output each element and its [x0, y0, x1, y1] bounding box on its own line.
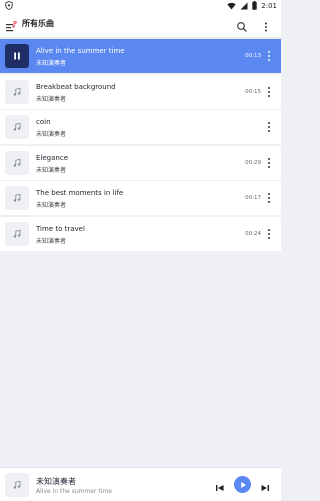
search-icon[interactable] — [236, 18, 248, 32]
status-time: 2:01 — [261, 1, 277, 10]
music-note-icon — [5, 221, 29, 246]
song-duration: 00:15 — [245, 88, 261, 95]
page-title: 所有乐曲 — [22, 19, 54, 28]
more-vert-icon[interactable] — [266, 157, 272, 169]
player-artist: 未知演奏者 — [36, 477, 76, 486]
song-artist: 未知演奏者 — [36, 166, 67, 174]
song-title: Breakbeat background — [36, 82, 116, 91]
play-button[interactable] — [234, 476, 251, 493]
shield-icon — [5, 1, 13, 10]
player-song-title: Alive in the summer time — [36, 488, 112, 495]
mini-player[interactable]: 未知演奏者 Alive in the summer time — [0, 467, 281, 501]
menu-music-icon[interactable] — [5, 18, 17, 32]
song-title: Time to travel — [36, 224, 85, 233]
wifi-icon — [227, 2, 236, 10]
music-note-icon — [5, 473, 29, 497]
song-title: Elegance — [36, 153, 68, 162]
song-duration: 00:29 — [245, 159, 261, 166]
song-row[interactable]: Breakbeat background 未知演奏者 00:15 — [0, 74, 281, 109]
music-note-icon — [5, 79, 29, 104]
pause-icon[interactable] — [5, 44, 29, 68]
more-vert-icon[interactable] — [260, 18, 272, 32]
song-title: The best moments in life — [36, 189, 124, 197]
song-row[interactable]: The best moments in life 未知演奏者 00:17 — [0, 181, 281, 215]
song-artist: 未知演奏者 — [36, 60, 67, 67]
song-duration: 00:13 — [245, 53, 261, 59]
music-note-icon — [5, 150, 29, 175]
more-vert-icon[interactable] — [266, 50, 272, 62]
status-icons: 2:01 — [227, 0, 277, 11]
app-bar: 所有乐曲 — [0, 11, 281, 38]
song-artist: 未知演奏者 — [36, 237, 67, 245]
more-vert-icon[interactable] — [266, 121, 272, 133]
more-vert-icon[interactable] — [266, 192, 272, 204]
play-icon — [240, 481, 246, 488]
song-artist: 未知演奏者 — [36, 95, 67, 103]
song-title: coin — [36, 118, 51, 126]
status-bar: 2:01 — [0, 0, 281, 11]
music-note-icon — [5, 186, 29, 210]
song-row[interactable]: coin 未知演奏者 — [0, 110, 281, 144]
song-row[interactable]: Alive in the summer time 未知演奏者 00:13 — [0, 39, 281, 73]
song-duration: 00:24 — [245, 230, 261, 237]
battery-icon — [252, 1, 257, 10]
song-duration: 00:17 — [245, 195, 261, 201]
skip-previous-icon[interactable] — [214, 479, 226, 491]
song-artist: 未知演奏者 — [36, 202, 67, 209]
skip-next-icon[interactable] — [259, 479, 271, 491]
song-artist: 未知演奏者 — [36, 131, 67, 138]
more-vert-icon[interactable] — [266, 86, 272, 98]
music-note-icon — [5, 115, 29, 139]
song-row[interactable]: Elegance 未知演奏者 00:29 — [0, 145, 281, 180]
song-row[interactable]: Time to travel 未知演奏者 00:24 — [0, 216, 281, 251]
signal-icon — [240, 2, 248, 10]
song-list: Alive in the summer time 未知演奏者 00:13 Bre… — [0, 39, 281, 252]
song-title: Alive in the summer time — [36, 47, 125, 55]
more-vert-icon[interactable] — [266, 228, 272, 240]
